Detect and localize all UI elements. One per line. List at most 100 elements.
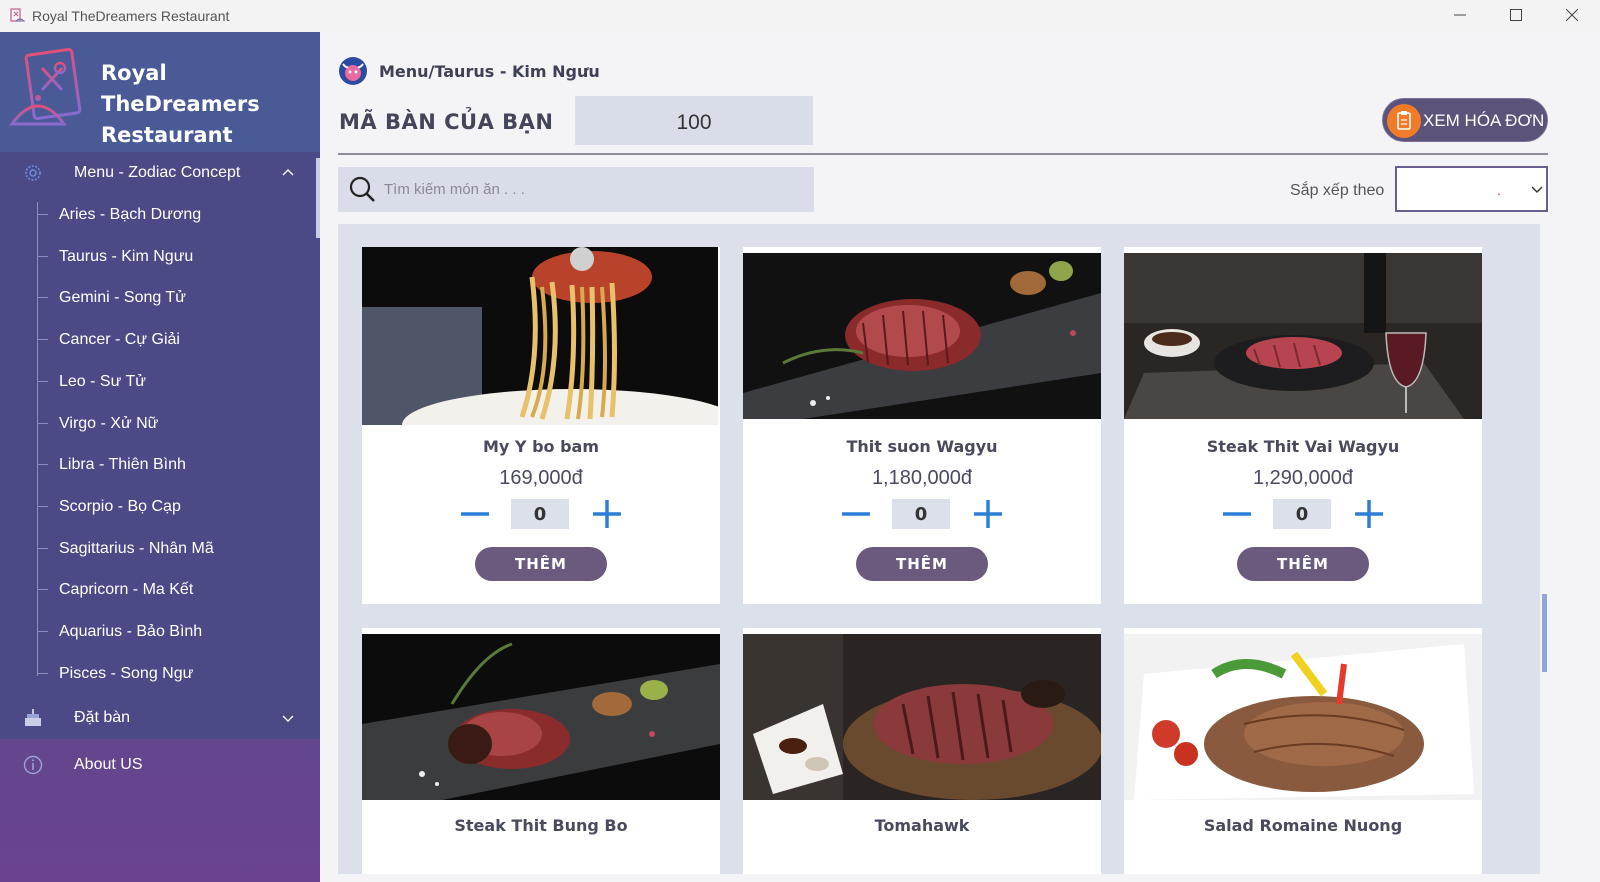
chevron-up-icon xyxy=(282,169,294,176)
tree-branch xyxy=(38,297,48,299)
search-icon xyxy=(349,176,375,202)
sidebar-subitem[interactable]: Cancer - Cự Giải xyxy=(38,319,308,361)
grid-scrollbar[interactable] xyxy=(1542,594,1547,672)
sidebar-subitem-label: Virgo - Xử Nữ xyxy=(59,414,159,432)
cake-icon xyxy=(25,709,41,726)
add-button[interactable]: THÊM xyxy=(1237,547,1369,581)
table-number-field: 100 xyxy=(575,96,813,145)
sidebar-subitem[interactable]: Scorpio - Bọ Cạp xyxy=(38,486,308,528)
menu-group-label: Menu - Zodiac Concept xyxy=(74,164,241,181)
header-divider xyxy=(338,153,1548,155)
table-number-label: MÃ BÀN CỦA BẠN xyxy=(339,110,554,134)
sort-select[interactable]: . xyxy=(1395,166,1548,212)
sidebar-subitem[interactable]: Aries - Bạch Dương xyxy=(38,194,308,236)
sidebar-item-about[interactable]: About US xyxy=(0,742,320,788)
window-title: Royal TheDreamers Restaurant xyxy=(32,8,230,24)
sidebar-subitem-label: Aries - Bạch Dương xyxy=(59,206,202,223)
dish-name: Thit suon Wagyu xyxy=(846,437,998,456)
sidebar-subitem-label: Aquarius - Bảo Bình xyxy=(59,623,203,640)
dish-name: Tomahawk xyxy=(874,816,970,835)
plus-icon[interactable] xyxy=(971,499,1005,529)
menu-group-header[interactable]: Menu - Zodiac Concept xyxy=(0,152,320,194)
sidebar-item-booking[interactable]: Đặt bàn xyxy=(0,695,320,741)
sidebar-subitem-label: Cancer - Cự Giải xyxy=(59,331,180,349)
zodiac-wheel-icon xyxy=(25,165,41,181)
chevron-down-icon xyxy=(1531,186,1543,193)
dish-photo xyxy=(362,634,720,800)
sidebar-subitem[interactable]: Virgo - Xử Nữ xyxy=(38,403,308,445)
sidebar-subitem-label: Taurus - Kim Ngưu xyxy=(59,247,194,265)
dish-photo xyxy=(743,634,1101,800)
tree-branch xyxy=(38,339,48,341)
dish-card: Thit suon Wagyu 1,180,000đ 0 THÊM xyxy=(743,247,1101,604)
dish-photo xyxy=(743,253,1101,419)
quantity-field[interactable]: 0 xyxy=(892,499,950,529)
dish-card: Steak Thit Vai Wagyu 1,290,000đ 0 THÊM xyxy=(1124,247,1482,604)
sidebar-subitem-label: Capricorn - Ma Kết xyxy=(59,581,194,599)
dish-card: Tomahawk xyxy=(743,628,1101,874)
maximize-button[interactable] xyxy=(1488,0,1544,30)
sidebar-item-label: Đặt bàn xyxy=(74,709,131,726)
sidebar-subitem[interactable]: Libra - Thiên Bình xyxy=(38,444,308,486)
chevron-down-icon xyxy=(282,715,294,722)
dish-name: Salad Romaine Nuong xyxy=(1203,816,1403,835)
dish-photo xyxy=(1124,253,1482,419)
tree-branch xyxy=(38,464,48,466)
sidebar: Royal TheDreamers Restaurant ★★★★★ Menu … xyxy=(0,32,320,882)
plus-icon[interactable] xyxy=(590,499,624,529)
dish-name: My Y bo bam xyxy=(482,437,599,456)
sidebar-subitem[interactable]: Leo - Sư Tử xyxy=(38,361,308,403)
info-icon xyxy=(23,755,43,775)
sidebar-subitem[interactable]: Capricorn - Ma Kết xyxy=(38,569,308,611)
sidebar-subitem-label: Sagittarius - Nhân Mã xyxy=(59,539,214,557)
sidebar-item-label: About US xyxy=(74,756,143,773)
tree-branch xyxy=(38,505,48,507)
main-content: Menu/Taurus - Kim Ngưu MÃ BÀN CỦA BẠN 10… xyxy=(320,32,1600,882)
brand-header: Royal TheDreamers Restaurant ★★★★★ xyxy=(0,32,320,178)
sort-select-value: . xyxy=(1497,182,1501,198)
minimize-button[interactable] xyxy=(1432,0,1488,30)
search-box xyxy=(338,167,814,212)
sidebar-subitem[interactable]: Aquarius - Bảo Bình xyxy=(38,611,308,653)
maximize-icon xyxy=(1510,9,1522,21)
sidebar-subitem-label: Libra - Thiên Bình xyxy=(59,456,186,474)
dish-photo xyxy=(362,247,718,425)
sidebar-subitem-label: Pisces - Song Ngư xyxy=(59,664,194,682)
add-button[interactable]: THÊM xyxy=(856,547,988,581)
sidebar-subitem-label: Scorpio - Bọ Cạp xyxy=(59,497,181,515)
quantity-field[interactable]: 0 xyxy=(1273,499,1331,529)
search-input[interactable] xyxy=(384,177,804,201)
taurus-icon xyxy=(339,57,367,85)
dish-grid: My Y bo bam 169,000đ 0 THÊM Thit suon Wa… xyxy=(338,224,1540,874)
plus-icon[interactable] xyxy=(1352,499,1386,529)
minus-icon[interactable] xyxy=(458,499,492,529)
minus-icon[interactable] xyxy=(1220,499,1254,529)
sidebar-subitem[interactable]: Sagittarius - Nhân Mã xyxy=(38,528,308,570)
sidebar-subitem[interactable]: Gemini - Song Tử xyxy=(38,277,308,319)
view-invoice-label: XEM HÓA ĐƠN xyxy=(1423,111,1545,130)
tree-branch xyxy=(38,380,48,382)
breadcrumb: Menu/Taurus - Kim Ngưu xyxy=(379,62,600,81)
menu-group: Menu - Zodiac Concept Aries - Bạch Dương… xyxy=(0,152,320,739)
add-button[interactable]: THÊM xyxy=(475,547,607,581)
view-invoice-button[interactable]: XEM HÓA ĐƠN xyxy=(1382,98,1548,142)
restaurant-logo-icon xyxy=(8,47,82,130)
title-bar: Royal TheDreamers Restaurant xyxy=(0,0,1600,32)
clipboard-icon xyxy=(1387,104,1421,138)
tree-branch xyxy=(38,547,48,549)
minus-icon[interactable] xyxy=(839,499,873,529)
dish-card: Salad Romaine Nuong xyxy=(1124,628,1482,874)
minimize-icon xyxy=(1454,14,1466,16)
tree-branch xyxy=(38,422,48,424)
sidebar-subitem[interactable]: Taurus - Kim Ngưu xyxy=(38,236,308,278)
brand-name-line1: Royal TheDreamers xyxy=(101,61,260,116)
sidebar-subitem[interactable]: Pisces - Song Ngư xyxy=(38,653,308,695)
sidebar-subitem-label: Leo - Sư Tử xyxy=(59,372,146,390)
dish-card: Steak Thit Bung Bo xyxy=(362,628,720,874)
dish-photo xyxy=(1124,634,1482,800)
tree-branch xyxy=(38,214,48,215)
dish-card: My Y bo bam 169,000đ 0 THÊM xyxy=(362,247,720,604)
tree-branch xyxy=(38,631,48,632)
close-button[interactable] xyxy=(1544,0,1600,30)
quantity-field[interactable]: 0 xyxy=(511,499,569,529)
